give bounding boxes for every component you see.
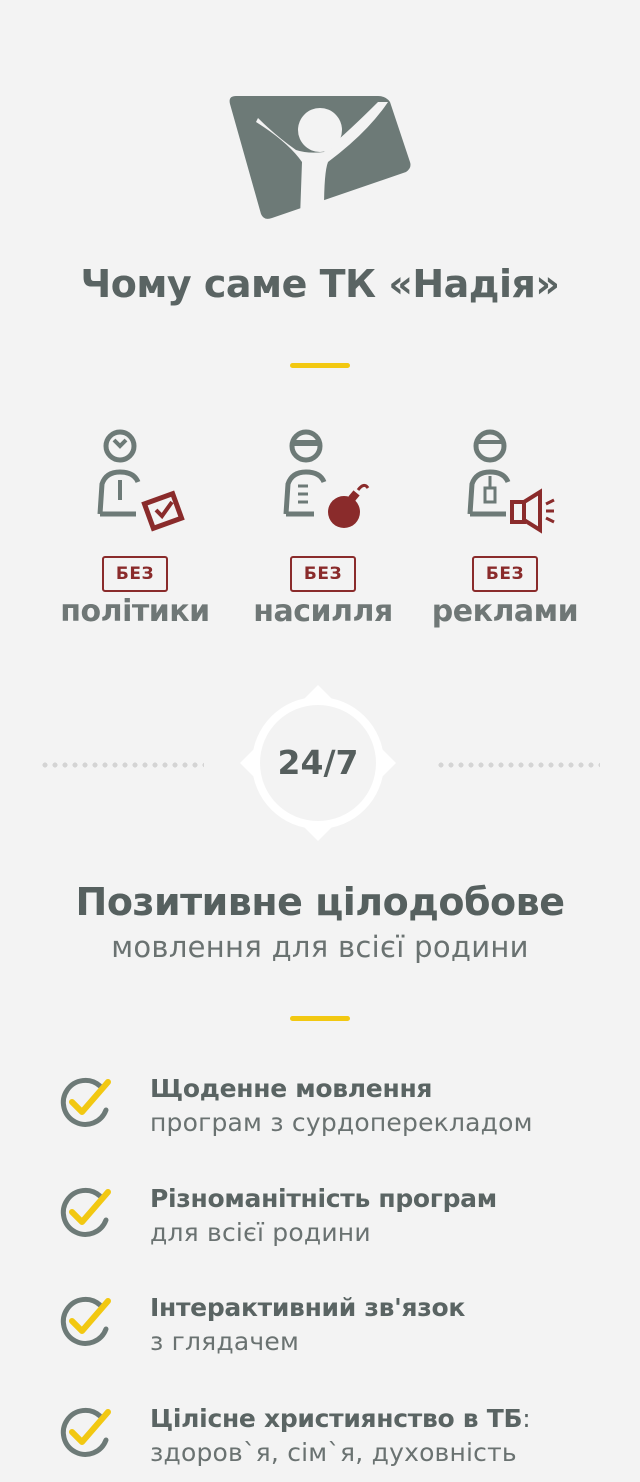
section-headline: Позитивне цілодобове — [75, 880, 565, 924]
benefit-title: Різноманітність програм — [150, 1184, 497, 1213]
benefit-item: Щоденне мовлення програм з сурдопереклад… — [58, 1072, 618, 1152]
feature-no-violence: БЕЗ насилля — [228, 428, 418, 629]
feature-no-ads: БЕЗ реклами — [410, 428, 600, 629]
check-circle-icon — [60, 1407, 111, 1457]
feature-badge: БЕЗ — [289, 556, 357, 592]
divider-dots-right — [436, 762, 600, 768]
section-subheadline: мовлення для всієї родини — [111, 930, 529, 964]
page-title: Чому саме ТК «Надія» — [80, 262, 560, 306]
benefit-title: Щоденне мовлення — [150, 1074, 433, 1103]
schedule-badge: 24/7 — [240, 685, 396, 841]
section-accent-line — [290, 1016, 350, 1021]
feature-badge: БЕЗ — [471, 556, 539, 592]
benefit-title-text: Цілісне християнство в ТБ — [150, 1404, 523, 1433]
feature-badge: БЕЗ — [101, 556, 169, 592]
tk-nadiya-logo[interactable] — [228, 92, 412, 222]
person-with-ballot-icon — [97, 429, 185, 532]
benefit-item: Інтерактивний зв'язок з глядачем — [58, 1291, 618, 1371]
benefit-subtitle: здоров`я, сім`я, духовність — [150, 1438, 517, 1467]
check-circle-icon — [60, 1187, 111, 1237]
title-accent-line — [290, 363, 350, 368]
feature-label: реклами — [431, 594, 579, 629]
benefit-title: Цілісне християнство в ТБ: — [150, 1404, 531, 1433]
benefit-subtitle: для всієї родини — [150, 1218, 371, 1247]
person-with-megaphone-icon — [467, 429, 555, 534]
benefit-title-suffix: : — [522, 1404, 531, 1433]
feature-no-politics: БЕЗ політики — [40, 428, 230, 629]
feature-label: політики — [60, 594, 210, 629]
schedule-label: 24/7 — [277, 743, 359, 782]
benefit-title: Інтерактивний зв'язок — [150, 1293, 466, 1322]
benefit-subtitle: з глядачем — [150, 1327, 300, 1356]
check-circle-icon — [60, 1077, 111, 1127]
benefit-subtitle: програм з сурдоперекладом — [150, 1108, 533, 1137]
check-circle-icon — [60, 1296, 111, 1346]
benefit-item: Різноманітність програм для всієї родини — [58, 1182, 618, 1262]
masked-person-with-bomb-icon — [283, 429, 370, 528]
benefit-item: Цілісне християнство в ТБ: здоров`я, сім… — [58, 1402, 618, 1482]
divider-dots-left — [40, 762, 204, 768]
feature-label: насилля — [253, 594, 393, 629]
